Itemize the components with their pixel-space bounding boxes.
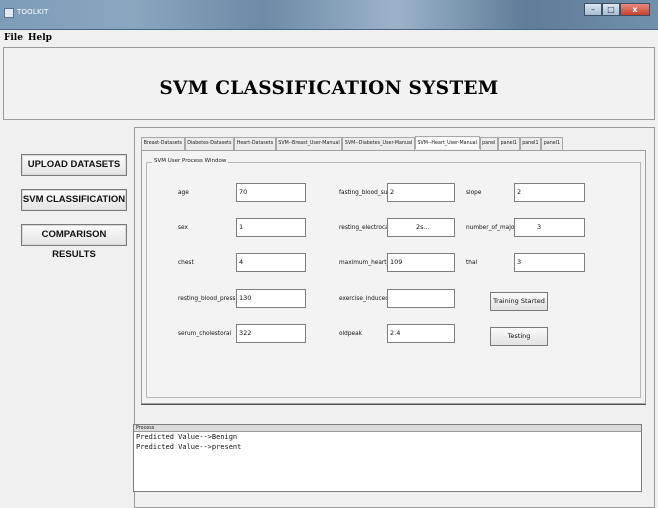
app-icon [4, 8, 14, 18]
tab-panel1[interactable]: panel1 [498, 137, 520, 150]
sex-input[interactable]: 1 [236, 218, 306, 237]
field-label-chest: chest [178, 260, 194, 266]
fasting-blood-sugar-input[interactable]: 2 [387, 183, 455, 202]
tab-panel[interactable]: panel [479, 137, 499, 150]
upload-datasets-button[interactable]: UPLOAD DATASETS [21, 154, 127, 176]
tab-heart-datasets[interactable]: Heart-Datasets [234, 137, 276, 150]
testing-button[interactable]: Testing [490, 327, 548, 346]
window-controls: – □ x [584, 3, 650, 16]
process-header: Process [134, 425, 641, 432]
field-label-serum-cholestoral: serum_cholestoral [178, 331, 232, 337]
serum-cholestoral-input[interactable]: 322 [236, 324, 306, 343]
chest-input[interactable]: 4 [236, 253, 306, 272]
field-label-oldpeak: oldpeak [339, 331, 362, 337]
field-label-resting-blood-pressure: resting_blood_pressure [178, 296, 245, 302]
tab-svm-breast-user-manual[interactable]: SVM--Breast_User-Manual [275, 137, 343, 150]
resting-electrocardiographic-input[interactable]: 2s... [387, 218, 455, 237]
fieldset-legend: SVM User Process Window [152, 158, 229, 164]
age-input[interactable]: 70 [236, 183, 306, 202]
title-bar: TOOLKIT – □ x [0, 0, 658, 30]
resting-blood-pressure-input[interactable]: 130 [236, 289, 306, 308]
left-nav-panel: UPLOAD DATASETS SVM CLASSIFICATION COMPA… [3, 127, 133, 508]
tab-breast-datasets[interactable]: Breast-Datasets [141, 137, 185, 150]
tab-content: SVM User Process Window age 70 sex 1 che… [141, 150, 646, 404]
close-button[interactable]: x [620, 3, 650, 16]
menu-bar: File Help [0, 31, 658, 46]
process-line: Predicted Value-->Benign [136, 433, 238, 441]
menu-file[interactable]: File [4, 31, 23, 46]
tab-svm-diabetes-user-manual[interactable]: SVM--Diabetes_User-Manual [342, 137, 415, 150]
slope-input[interactable]: 2 [514, 183, 585, 202]
maximize-button[interactable]: □ [602, 3, 620, 16]
tab-strip: Breast-Datasets Diabetes-Datasets Heart-… [141, 136, 563, 150]
thal-input[interactable]: 3 [514, 253, 585, 272]
svm-classification-button[interactable]: SVM CLASSIFICATION [21, 189, 127, 211]
field-label-sex: sex [178, 225, 188, 231]
training-started-button[interactable]: Training Started [490, 292, 548, 311]
tab-panel1[interactable]: panel1 [541, 137, 563, 150]
tab-panel1[interactable]: panel1 [519, 137, 542, 150]
number-of-major-vessels-input[interactable]: 3 [514, 218, 585, 237]
process-output-panel: Process Predicted Value-->Benign Predict… [133, 424, 642, 492]
oldpeak-input[interactable]: 2.4 [387, 324, 455, 343]
minimize-button[interactable]: – [584, 3, 602, 16]
field-label-thal: thal [466, 260, 478, 266]
field-label-age: age [178, 190, 189, 196]
user-process-window: SVM User Process Window age 70 sex 1 che… [146, 158, 641, 398]
tab-diabetes-datasets[interactable]: Diabetes-Datasets [184, 137, 235, 150]
menu-help[interactable]: Help [28, 31, 52, 46]
divider [141, 404, 646, 405]
field-label-slope: slope [466, 190, 482, 196]
exercise-induced-angina-input[interactable] [387, 289, 455, 308]
header-panel: SVM CLASSIFICATION SYSTEM [3, 47, 655, 120]
maximum-heart-rate-input[interactable]: 109 [387, 253, 455, 272]
window-title: TOOLKIT [17, 8, 49, 16]
tab-svm-heart-user-manual[interactable]: SVM--Heart_User-Manual [414, 136, 480, 149]
comparison-results-button[interactable]: COMPARISON RESULTS [21, 224, 127, 260]
process-line: Predicted Value-->present [136, 443, 242, 451]
page-title: SVM CLASSIFICATION SYSTEM [159, 78, 499, 99]
